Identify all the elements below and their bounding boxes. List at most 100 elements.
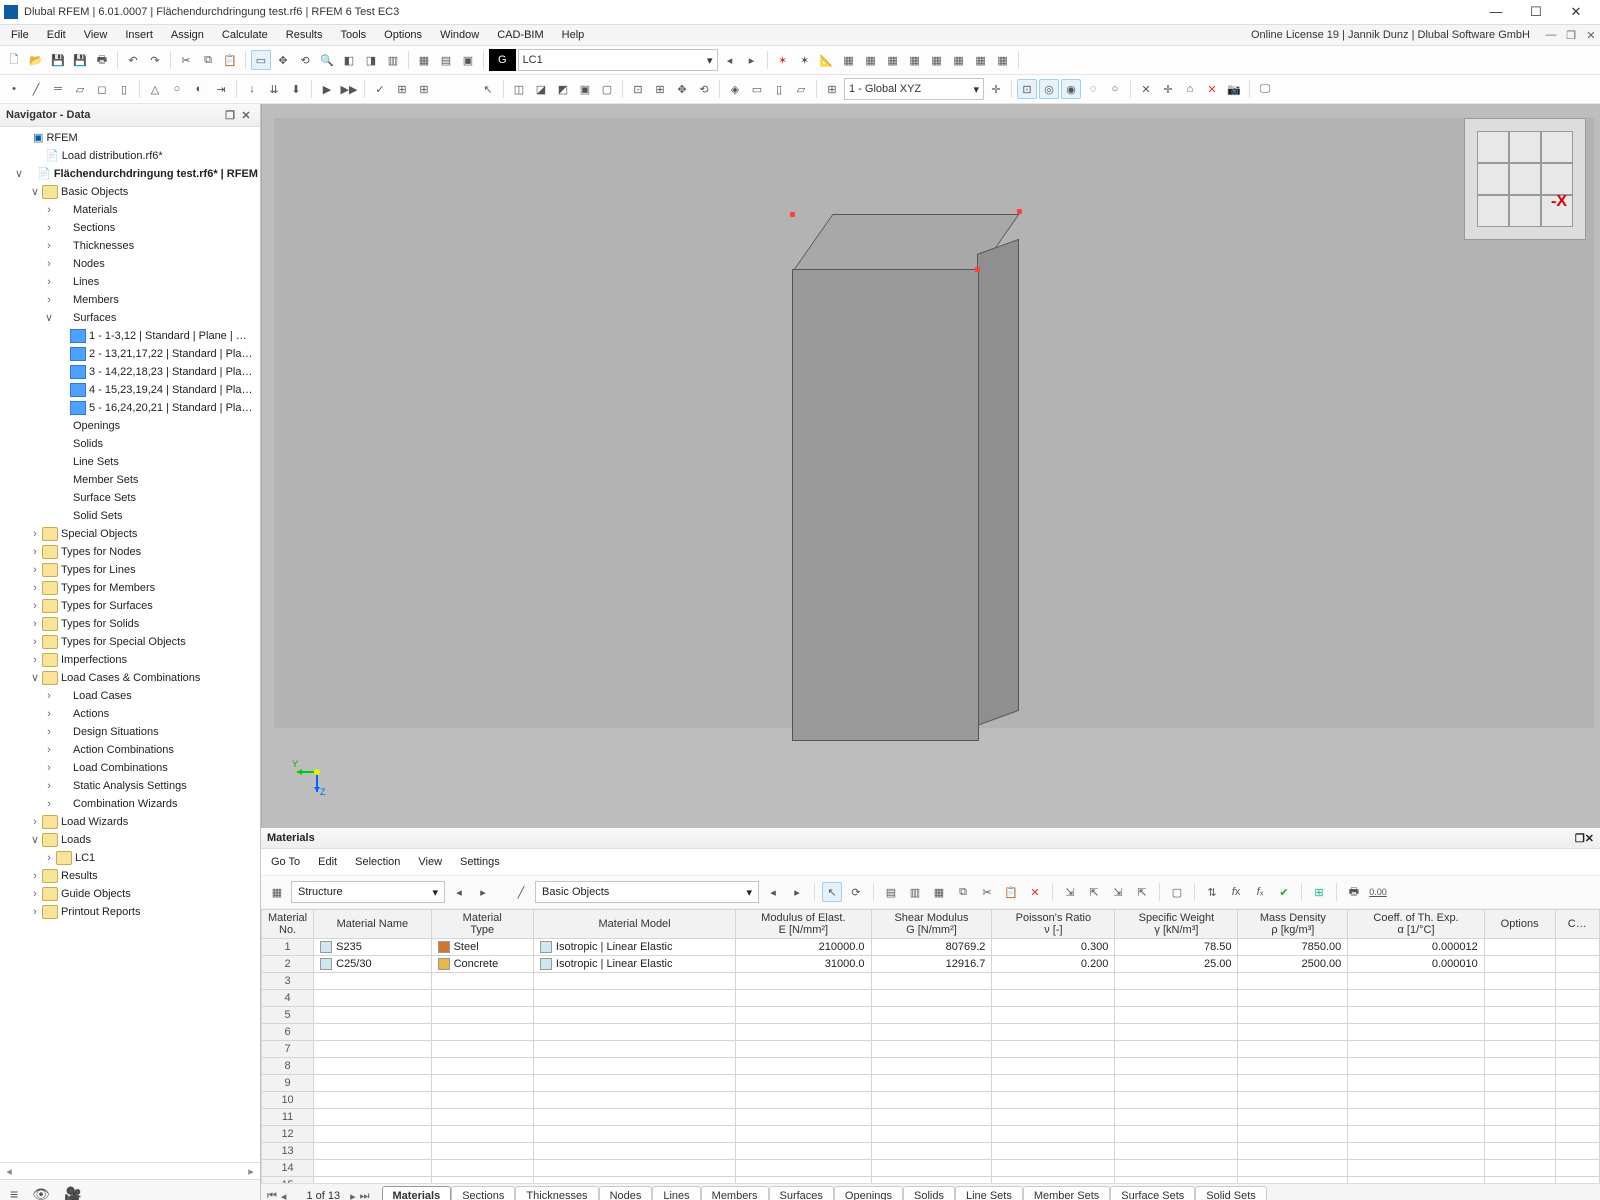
zoom-window-icon[interactable]: ⊞	[650, 79, 670, 99]
col-w[interactable]: Specific Weightγ [kN/m³]	[1115, 910, 1238, 939]
table-row[interactable]: 2 C25/30 Concrete Isotropic | Linear Ela…	[262, 956, 1600, 973]
menu-edit[interactable]: Edit	[38, 27, 75, 43]
row-paste-icon[interactable]: 📋	[1001, 882, 1021, 902]
check-icon[interactable]: ✓	[370, 79, 390, 99]
tree-item[interactable]: ›Imperfections	[0, 651, 260, 669]
materials-close-icon[interactable]: ✕	[1585, 832, 1594, 845]
view3-icon[interactable]: ▥	[383, 50, 403, 70]
objects-combo[interactable]: Basic Objects▾	[535, 881, 759, 903]
close-button[interactable]: ✕	[1556, 0, 1596, 24]
osnap4-icon[interactable]: ○	[1105, 79, 1125, 99]
navigator-undock-icon[interactable]: ❐	[222, 109, 238, 122]
tree-item[interactable]: ›Special Objects	[0, 525, 260, 543]
next-lc-icon[interactable]: ▸	[742, 50, 762, 70]
box-icon[interactable]: ▣	[575, 79, 595, 99]
tree-item[interactable]: ›Types for Members	[0, 579, 260, 597]
select-mode-icon[interactable]: ▭	[251, 50, 271, 70]
print-icon[interactable]: 🖶	[92, 50, 112, 70]
mdi-minimize-icon[interactable]: —	[1544, 29, 1558, 42]
window-max-icon[interactable]: ▣	[458, 50, 478, 70]
zoom-icon[interactable]: 🔍	[317, 50, 337, 70]
tree-item[interactable]: ›Design Situations	[0, 723, 260, 741]
tab-solid-sets[interactable]: Solid Sets	[1195, 1186, 1267, 1200]
tree-item[interactable]: Openings	[0, 417, 260, 435]
table-row[interactable]: 3	[262, 973, 1600, 990]
tree-item[interactable]: ›Types for Nodes	[0, 543, 260, 561]
table-row[interactable]: 11	[262, 1109, 1600, 1126]
menu-options[interactable]: Options	[375, 27, 431, 43]
row-ins-icon[interactable]: ▦	[929, 882, 949, 902]
menu-window[interactable]: Window	[431, 27, 488, 43]
view-icon[interactable]: ◧	[339, 50, 359, 70]
row-clear-icon[interactable]: ✕	[1025, 882, 1045, 902]
save-icon[interactable]: 💾	[48, 50, 68, 70]
side-icon[interactable]: ▯	[769, 79, 789, 99]
minimize-button[interactable]: —	[1476, 0, 1516, 24]
zoom-extents-icon[interactable]: ⊡	[628, 79, 648, 99]
tree-item[interactable]: ›Load Wizards	[0, 813, 260, 831]
row-add-icon[interactable]: ▤	[881, 882, 901, 902]
tab-solids[interactable]: Solids	[903, 1186, 955, 1200]
iso-icon[interactable]: ◈	[725, 79, 745, 99]
tree-item[interactable]: ›Lines	[0, 273, 260, 291]
tree-item[interactable]: 📄 Load distribution.rf6*	[0, 147, 260, 165]
calc2-icon[interactable]: ▶▶	[339, 79, 359, 99]
tree-item[interactable]: ›Load Cases	[0, 687, 260, 705]
cut-icon[interactable]: ✂	[176, 50, 196, 70]
node[interactable]	[790, 212, 795, 217]
col-v[interactable]: Poisson's Ratioν [-]	[992, 910, 1115, 939]
table-row[interactable]: 9	[262, 1075, 1600, 1092]
tree-item[interactable]: Solid Sets	[0, 507, 260, 525]
col-name[interactable]: Material Name	[314, 910, 431, 939]
node[interactable]	[975, 267, 980, 272]
cs-icon[interactable]: ✛	[986, 79, 1006, 99]
grid-sel-icon[interactable]: ⊞	[822, 79, 842, 99]
objects-icon[interactable]: ╱	[511, 882, 531, 902]
excel-icon[interactable]: ⊞	[1309, 882, 1329, 902]
tree-item[interactable]: 1 - 1-3,12 | Standard | Plane | …	[0, 327, 260, 345]
fe7-icon[interactable]: ▦	[971, 50, 991, 70]
tree-item[interactable]: ∨Load Cases & Combinations	[0, 669, 260, 687]
loads-hide-icon[interactable]: ✶	[795, 50, 815, 70]
front-icon[interactable]: ▭	[747, 79, 767, 99]
hinge-icon[interactable]: ○	[167, 79, 187, 99]
col-alpha[interactable]: Coeff. of Th. Exp.α [1/°C]	[1348, 910, 1484, 939]
model-viewport[interactable]: YZ -X	[261, 104, 1600, 827]
member-tool-icon[interactable]: ═	[48, 79, 68, 99]
tree-item[interactable]: 4 - 15,23,19,24 | Standard | Pla…	[0, 381, 260, 399]
tab-member-sets[interactable]: Member Sets	[1023, 1186, 1110, 1200]
tree-item[interactable]: ›Sections	[0, 219, 260, 237]
tree-item[interactable]: ›Guide Objects	[0, 885, 260, 903]
export3-icon[interactable]: ⇱	[1132, 882, 1152, 902]
loadcase-combo[interactable]: LC1▾	[518, 49, 718, 71]
release-icon[interactable]: ◐	[189, 79, 209, 99]
tree-item[interactable]: ›Materials	[0, 201, 260, 219]
combo2-next-icon[interactable]: ▸	[787, 882, 807, 902]
decimals-icon[interactable]: 0.00	[1368, 882, 1388, 902]
tree-item[interactable]: ›Nodes	[0, 255, 260, 273]
fe4-icon[interactable]: ▦	[905, 50, 925, 70]
maximize-button[interactable]: ☐	[1516, 0, 1556, 24]
guide-icon[interactable]: ✕	[1136, 79, 1156, 99]
nav-tab-data-icon[interactable]: ≡	[10, 1186, 18, 1200]
combo-next-icon[interactable]: ▸	[473, 882, 493, 902]
table-row[interactable]: 7	[262, 1041, 1600, 1058]
wireframe-icon[interactable]: ◫	[509, 79, 529, 99]
table-row[interactable]: 12	[262, 1126, 1600, 1143]
tree-item[interactable]: ∨Loads	[0, 831, 260, 849]
rotate2-icon[interactable]: ⟲	[694, 79, 714, 99]
table-row[interactable]: 1 S235 Steel Isotropic | Linear Elastic …	[262, 939, 1600, 956]
paste-icon[interactable]: 📋	[220, 50, 240, 70]
tab-thicknesses[interactable]: Thicknesses	[515, 1186, 598, 1200]
window-split-icon[interactable]: ▦	[414, 50, 434, 70]
fe6-icon[interactable]: ▦	[949, 50, 969, 70]
tree-item[interactable]: Surface Sets	[0, 489, 260, 507]
menu-assign[interactable]: Assign	[162, 27, 213, 43]
mat-menu-view[interactable]: View	[418, 856, 442, 868]
menu-help[interactable]: Help	[553, 27, 594, 43]
osnap-icon[interactable]: ◎	[1039, 79, 1059, 99]
navigator-close-icon[interactable]: ✕	[238, 109, 254, 122]
tab-lines[interactable]: Lines	[652, 1186, 700, 1200]
osnap2-icon[interactable]: ◉	[1061, 79, 1081, 99]
col-g[interactable]: Shear ModulusG [N/mm²]	[871, 910, 992, 939]
